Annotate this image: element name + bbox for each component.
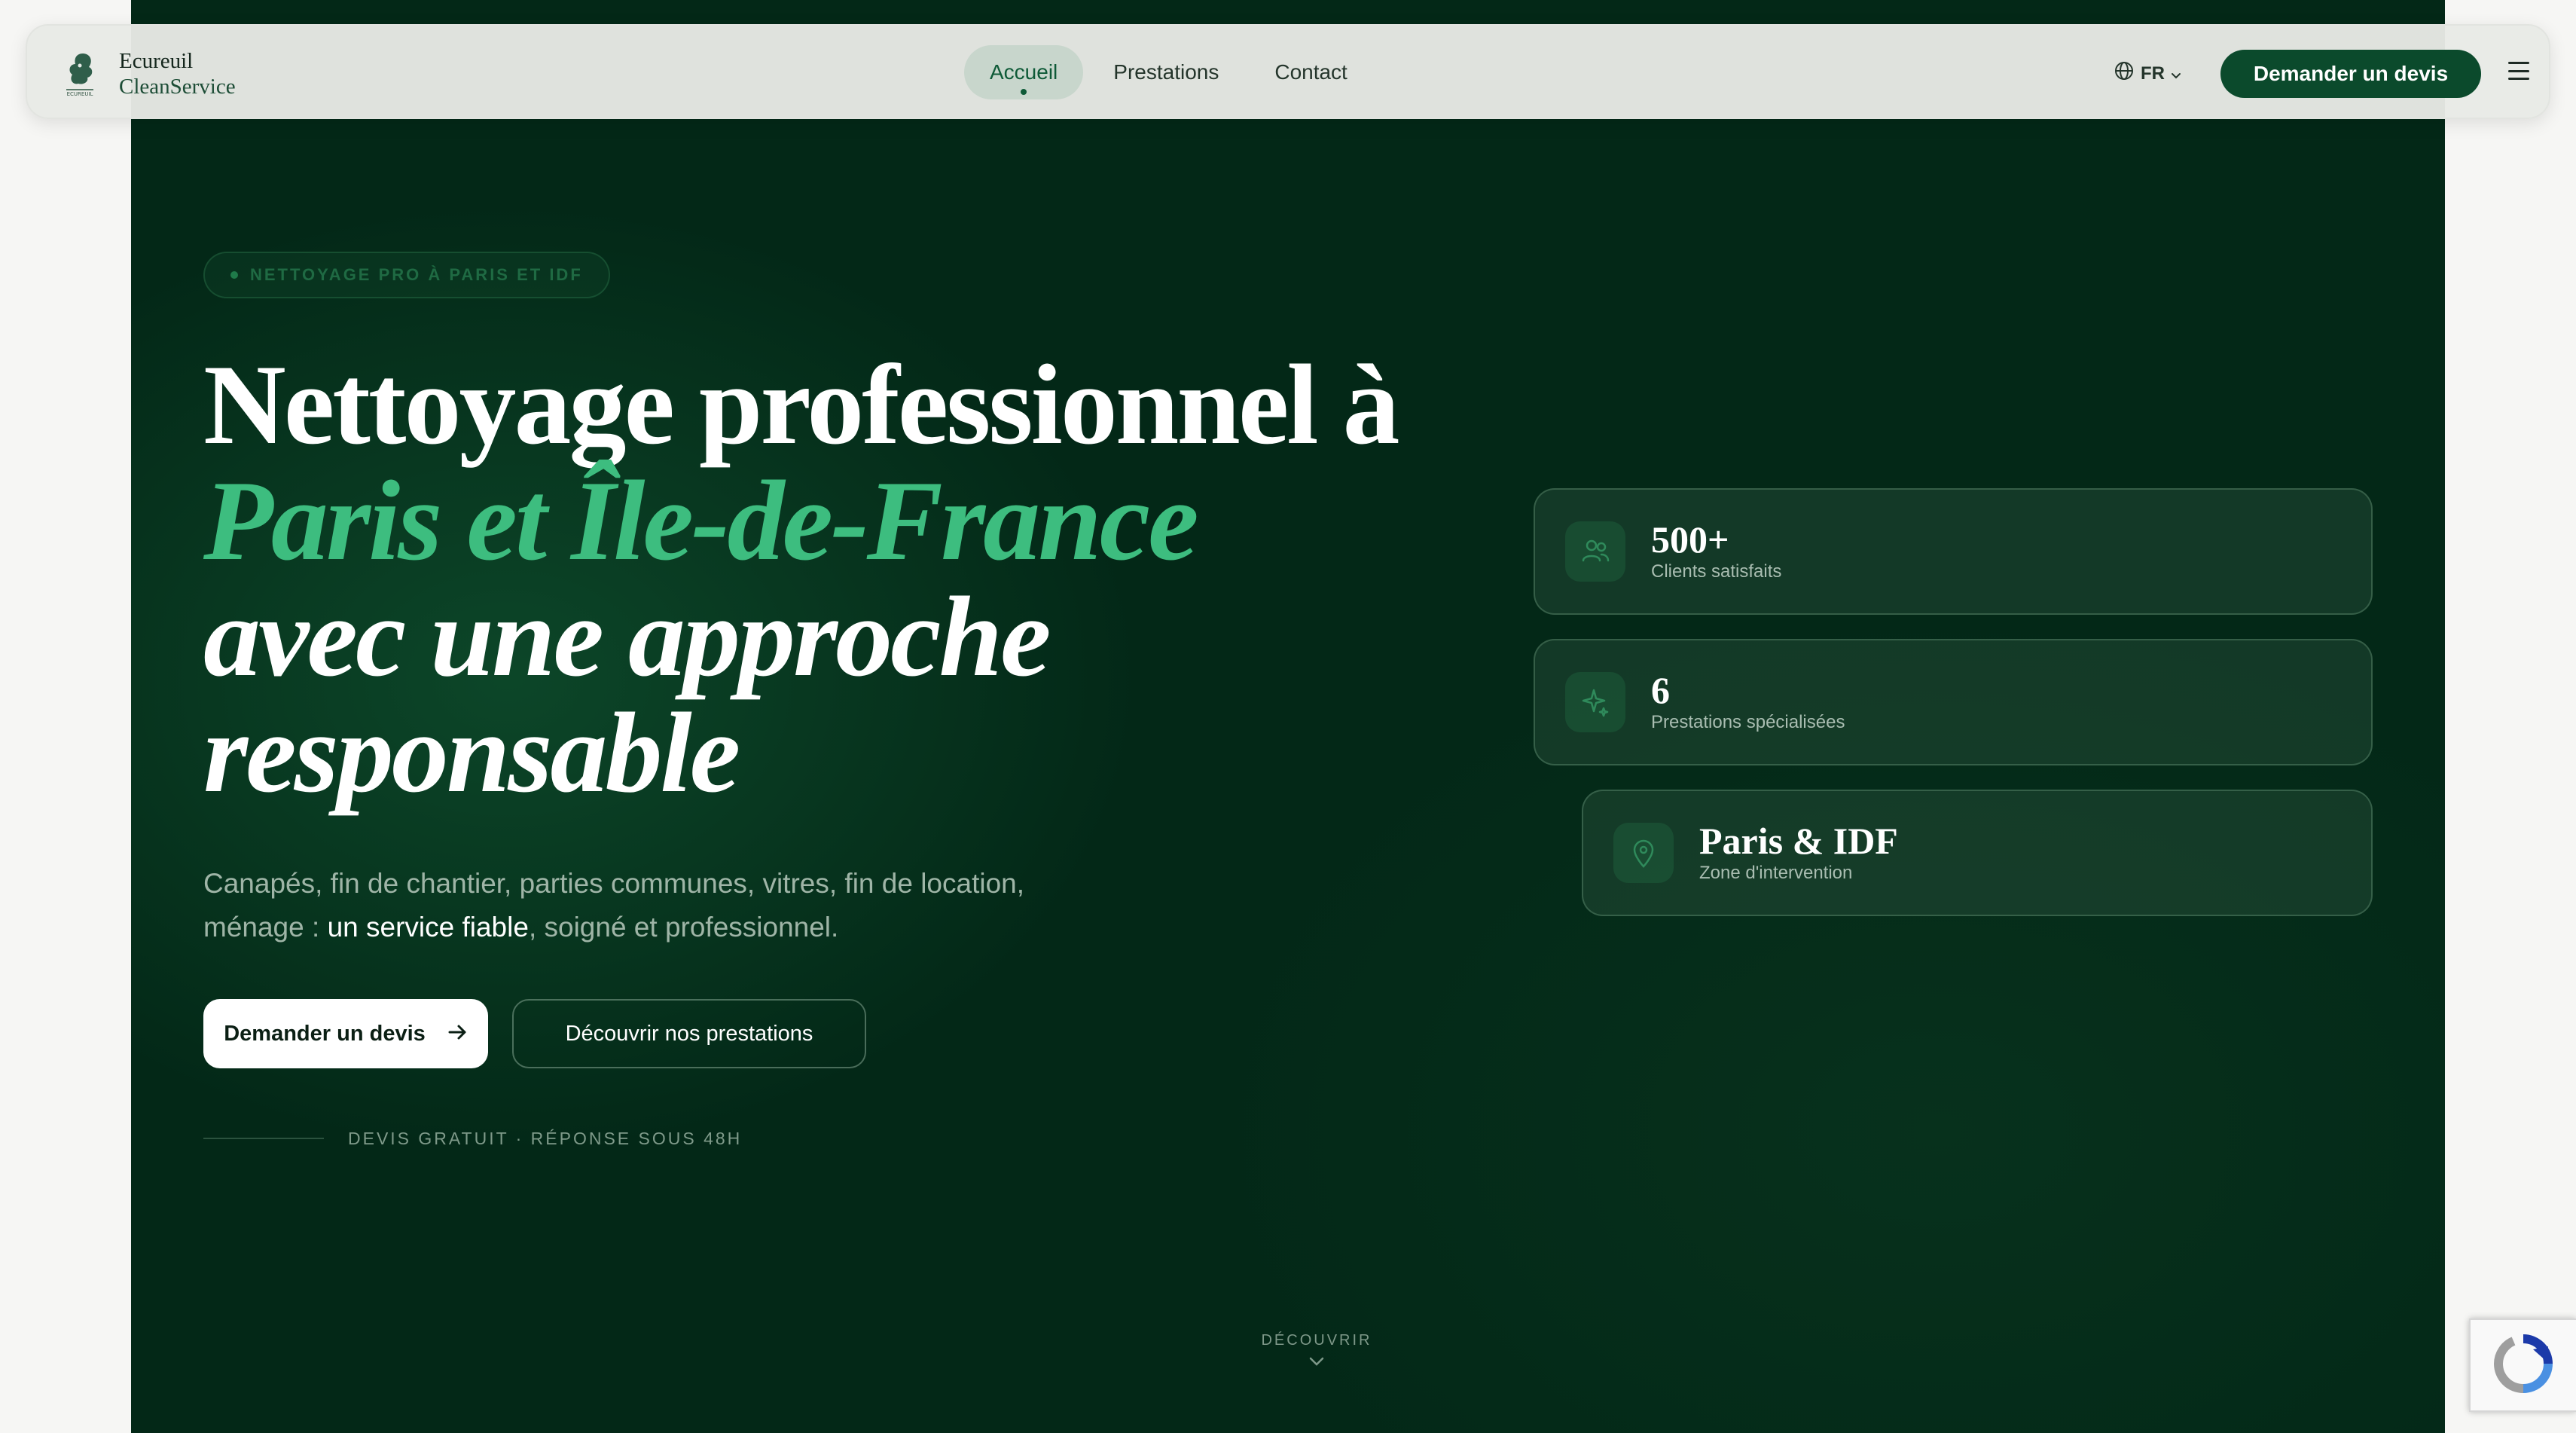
chevron-down-icon [2171,63,2181,84]
sparkles-icon [1565,672,1625,732]
request-quote-button[interactable]: Demander un devis [203,999,488,1068]
stat-value: Paris & IDF [1699,820,1898,862]
menu-icon[interactable] [2508,62,2529,80]
stat-label: Clients satisfaits [1651,561,1782,582]
stat-card-clients: 500+ Clients satisfaits [1534,488,2373,615]
globe-icon [2114,60,2135,87]
stat-card-services: 6 Prestations spécialisées [1534,639,2373,765]
headline-line-4: responsable [203,689,740,816]
headline-line-1: Nettoyage professionnel à [203,341,1400,468]
users-icon [1565,521,1625,582]
hero-section: NETTOYAGE PRO À PARIS ET IDF Nettoyage p… [131,0,2445,1433]
subtitle-part-2: ménage : [203,912,328,943]
badge-dot [230,271,238,279]
brand-name-line-2: CleanService [119,75,236,99]
recaptcha-badge[interactable] [2469,1318,2576,1412]
nav-item-prestations[interactable]: Prestations [1088,45,1244,99]
brand-name: Ecureuil CleanService [119,48,236,99]
request-quote-label: Demander un devis [224,1021,426,1046]
subtitle-strong: un service fiable [327,912,529,943]
stat-value: 6 [1651,669,1670,711]
arrow-right-icon [448,1022,468,1046]
stat-label: Zone d'intervention [1699,863,1853,883]
language-selector[interactable]: FR [2114,60,2181,87]
logo-caption: ECUREUIL [67,91,93,97]
chevron-down-icon [1241,1354,1392,1371]
scroll-discover[interactable]: DÉCOUVRIR [1241,1332,1392,1371]
stat-card-zone: Paris & IDF Zone d'intervention [1582,790,2373,916]
map-pin-icon [1613,823,1674,883]
subtitle-part-1: Canapés, fin de chantier, parties commun… [203,868,1025,899]
recaptcha-icon [2491,1331,2556,1400]
hero-badge: NETTOYAGE PRO À PARIS ET IDF [203,252,610,298]
note-divider [203,1138,324,1139]
squirrel-logo-icon: ECUREUIL [60,49,99,99]
stat-label: Prestations spécialisées [1651,712,1845,732]
scroll-discover-label: DÉCOUVRIR [1261,1332,1372,1349]
hero-subtitle: Canapés, fin de chantier, parties commun… [203,862,1137,949]
nav-item-accueil[interactable]: Accueil [964,45,1084,99]
subtitle-part-3: , soigné et professionnel. [528,912,839,943]
headline-line-2-accent: Paris et Île-de-France [203,457,1199,584]
brand-name-line-1: Ecureuil [119,49,194,73]
badge-text: NETTOYAGE PRO À PARIS ET IDF [250,265,583,284]
language-code: FR [2141,63,2165,84]
discover-services-button[interactable]: Découvrir nos prestations [512,999,866,1068]
discover-services-label: Découvrir nos prestations [565,1021,813,1046]
top-navbar: ECUREUIL Ecureuil CleanService Accueil P… [26,24,2550,119]
main-nav: Accueil Prestations Contact [964,45,1373,99]
brand[interactable]: ECUREUIL Ecureuil CleanService [60,48,236,99]
hero-headline: Nettoyage professionnel à Paris et Île-d… [203,341,1400,816]
nav-request-quote-button[interactable]: Demander un devis [2220,50,2481,98]
nav-item-contact[interactable]: Contact [1249,45,1373,99]
quote-note: DEVIS GRATUIT · RÉPONSE SOUS 48H [348,1129,743,1148]
headline-line-3: avec une approche [203,573,1051,700]
stat-value: 500+ [1651,518,1729,561]
